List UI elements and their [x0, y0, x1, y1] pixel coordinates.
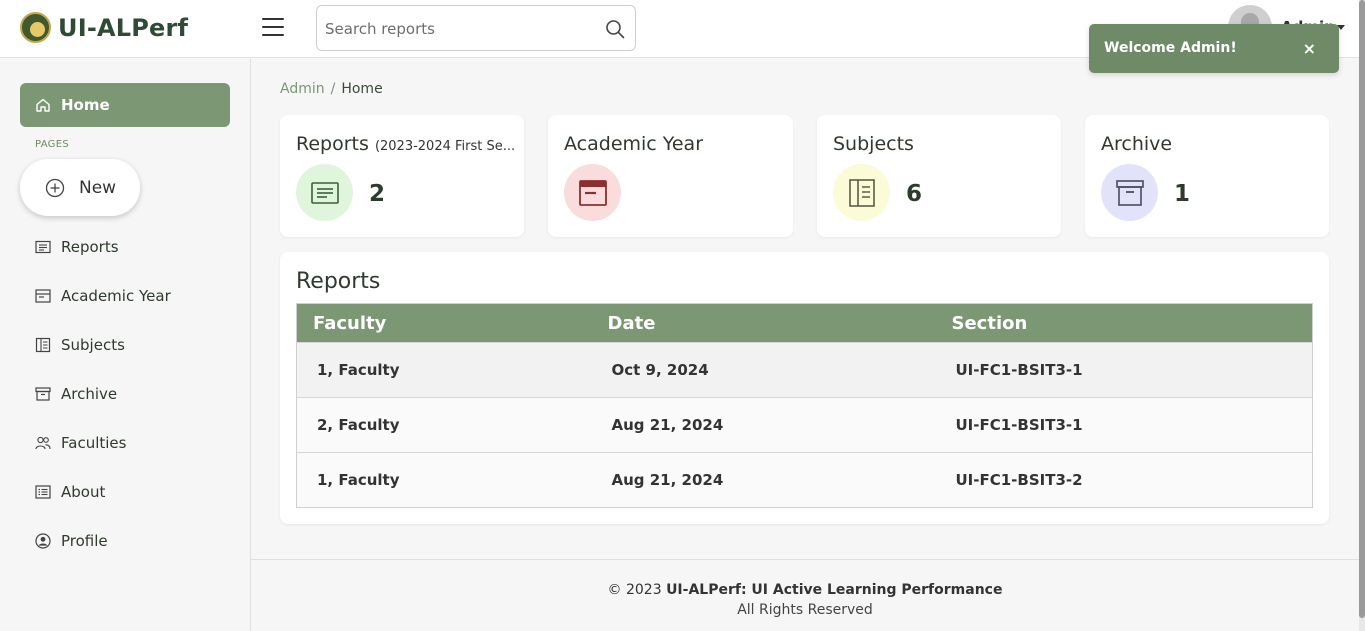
search-box [316, 5, 636, 51]
hamburger-bar [262, 18, 284, 20]
panel-title: Reports [296, 269, 381, 294]
sidebar-item-archive[interactable]: Archive [20, 376, 230, 412]
welcome-toast: Welcome Admin! × [1089, 24, 1339, 73]
cell-date: Aug 21, 2024 [591, 397, 936, 453]
plus-circle-icon [45, 178, 65, 197]
footer-brand: UI-ALPerf: UI Active Learning Performanc… [666, 582, 1003, 598]
breadcrumb-admin[interactable]: Admin [280, 81, 325, 97]
sidebar-item-faculties[interactable]: Faculties [20, 425, 230, 461]
breadcrumb-separator: / [330, 81, 336, 97]
sidebar-item-label: Faculties [61, 434, 127, 452]
sidebar-item-label: About [61, 483, 106, 501]
calendar-icon [35, 289, 51, 303]
sidebar-item-academic-year[interactable]: Academic Year [20, 278, 230, 314]
new-button-label: New [79, 177, 117, 198]
close-icon[interactable]: × [1303, 39, 1316, 58]
hamburger-bar [262, 26, 284, 28]
sidebar-item-subjects[interactable]: Subjects [20, 327, 230, 363]
card-title: Archive [1101, 133, 1172, 155]
card-title: Reports (2023-2024 First Se... [296, 133, 515, 155]
cell-faculty: 1, Faculty [296, 342, 592, 398]
book-icon [35, 337, 51, 353]
sidebar-item-label: Subjects [61, 336, 125, 354]
card-icon-circle [296, 164, 353, 221]
page-scrollbar[interactable] [1359, 0, 1365, 631]
column-header-section[interactable]: Section [935, 303, 1313, 343]
table-row[interactable]: 1, Faculty Oct 9, 2024 UI-FC1-BSIT3-1 [296, 342, 1313, 398]
table-row[interactable]: 2, Faculty Aug 21, 2024 UI-FC1-BSIT3-1 [296, 397, 1313, 453]
breadcrumb-current: Home [341, 81, 383, 97]
footer: © 2023 UI-ALPerf: UI Active Learning Per… [251, 559, 1359, 631]
sidebar-section-label: PAGES [35, 139, 69, 150]
search-icon[interactable] [605, 19, 625, 39]
card-icon-circle [564, 164, 621, 221]
sidebar-item-profile[interactable]: Profile [20, 523, 230, 559]
footer-copyright-line: © 2023 UI-ALPerf: UI Active Learning Per… [251, 582, 1359, 598]
card-icon-circle [833, 164, 890, 221]
sidebar-item-label: Archive [61, 385, 118, 403]
card-title-text: Subjects [833, 133, 914, 155]
stat-card-subjects[interactable]: Subjects 6 [817, 115, 1061, 237]
cell-faculty: 1, Faculty [296, 452, 592, 508]
sidebar-item-reports[interactable]: Reports [20, 229, 230, 265]
cell-faculty: 2, Faculty [296, 397, 592, 453]
column-header-faculty[interactable]: Faculty [296, 303, 592, 343]
sidebar-item-label: Academic Year [61, 287, 171, 305]
card-title: Academic Year [564, 133, 703, 155]
book-icon [848, 178, 875, 207]
user-circle-icon [35, 533, 51, 549]
reports-icon [310, 181, 339, 204]
cell-date: Oct 9, 2024 [591, 342, 936, 398]
reports-icon [35, 240, 51, 254]
card-title-text: Archive [1101, 133, 1173, 155]
sidebar: Home PAGES New Reports Academic Year Sub… [0, 59, 251, 631]
stat-card-academic-year[interactable]: Academic Year [548, 115, 793, 237]
university-seal-icon [20, 12, 51, 43]
scrollbar-thumb[interactable] [1359, 0, 1365, 618]
table-header-row: Faculty Date Section [296, 303, 1313, 343]
toast-message: Welcome Admin! [1104, 40, 1237, 56]
info-list-icon [35, 485, 51, 499]
sidebar-item-home[interactable]: Home [20, 83, 230, 127]
sidebar-item-label: Profile [61, 532, 108, 550]
archive-icon [35, 387, 51, 401]
app-logo[interactable]: UI-ALPerf [20, 12, 188, 43]
card-title-text: Academic Year [564, 133, 704, 155]
people-icon [35, 436, 51, 450]
card-value: 1 [1174, 181, 1191, 207]
breadcrumb: Admin / Home [280, 81, 383, 97]
calendar-icon [578, 179, 607, 206]
cell-date: Aug 21, 2024 [591, 452, 936, 508]
app-name: UI-ALPerf [58, 13, 189, 42]
stat-card-archive[interactable]: Archive 1 [1085, 115, 1329, 237]
archive-icon [1115, 179, 1144, 206]
hamburger-bar [262, 34, 284, 36]
reports-panel: Reports Faculty Date Section 1, Faculty … [280, 252, 1329, 524]
cell-section: UI-FC1-BSIT3-2 [935, 452, 1313, 508]
new-button[interactable]: New [20, 159, 140, 216]
stat-card-reports[interactable]: Reports (2023-2024 First Se... 2 [280, 115, 524, 237]
menu-toggle-button[interactable] [262, 18, 284, 38]
home-icon [36, 98, 50, 112]
cell-section: UI-FC1-BSIT3-1 [935, 397, 1313, 453]
cell-section: UI-FC1-BSIT3-1 [935, 342, 1313, 398]
card-value: 6 [906, 181, 923, 207]
column-header-date[interactable]: Date [591, 303, 936, 343]
card-icon-circle [1101, 164, 1158, 221]
footer-rights: All Rights Reserved [737, 602, 873, 618]
reports-table: Faculty Date Section 1, Faculty Oct 9, 2… [296, 303, 1313, 508]
sidebar-item-label: Reports [61, 238, 119, 256]
search-input[interactable] [325, 16, 595, 42]
sidebar-item-about[interactable]: About [20, 474, 230, 510]
footer-copyright: © 2023 [607, 582, 662, 598]
card-title: Subjects [833, 133, 914, 155]
table-row[interactable]: 1, Faculty Aug 21, 2024 UI-FC1-BSIT3-2 [296, 452, 1313, 508]
card-title-text: Reports [296, 133, 369, 155]
sidebar-item-label: Home [61, 96, 110, 114]
card-subtitle: (2023-2024 First Se... [374, 139, 516, 154]
card-value: 2 [369, 181, 386, 207]
